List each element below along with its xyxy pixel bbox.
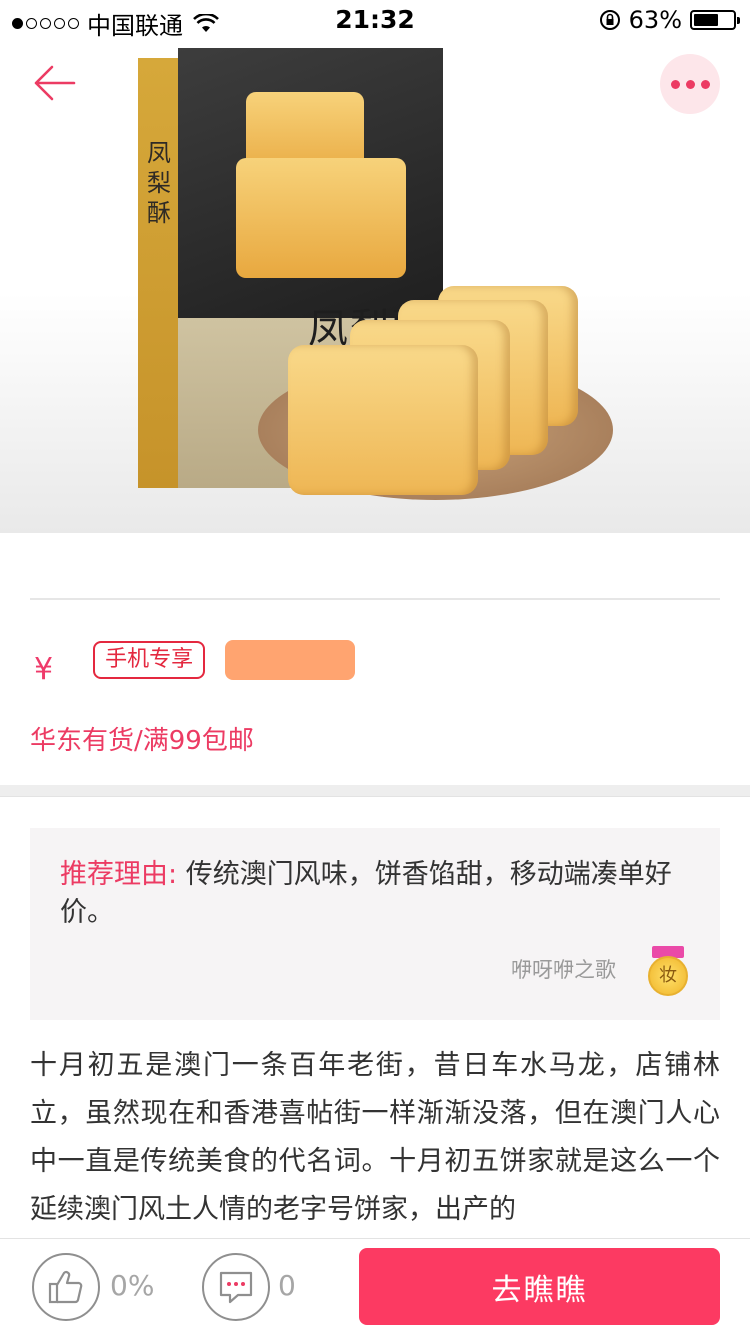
author-name[interactable]: 咿呀咿之歌 [511, 954, 616, 984]
product-image: 凤梨酥 凤梨酥 [0, 0, 750, 533]
battery-fill [694, 14, 718, 26]
box-side: 凤梨酥 [138, 58, 180, 488]
section-separator [0, 785, 750, 797]
comment-icon [219, 1271, 253, 1304]
mobile-exclusive-tag: 手机专享 [93, 641, 206, 679]
recommendation-text: 推荐理由: 传统澳门风味，饼香馅甜，移动端凑单好价。 [60, 856, 695, 932]
cake-slice [288, 345, 478, 495]
like-button[interactable] [32, 1253, 100, 1321]
box-side-text: 凤梨酥 [147, 139, 171, 227]
back-arrow-icon [34, 65, 76, 101]
cake-bottom [236, 158, 406, 278]
thumbs-up-icon [48, 1271, 83, 1304]
recommendation-box: 推荐理由: 传统澳门风味，饼香馅甜，移动端凑单好价。 咿呀咿之歌 妆 [30, 828, 720, 1020]
shipping-info: 华东有货/满99包邮 [30, 726, 254, 756]
price-row: ¥ 手机专享 [34, 640, 356, 687]
article-body: 十月初五是澳门一条百年老街，昔日车水马龙，店铺林立，虽然现在和香港喜帖街一样渐渐… [30, 1050, 720, 1225]
price-tag [225, 640, 356, 680]
battery-percent: 63% [628, 6, 682, 34]
badge-char: 妆 [648, 956, 688, 996]
recommendation-label: 推荐理由: [60, 859, 178, 890]
currency-symbol: ¥ [34, 651, 54, 687]
more-dots-icon [670, 79, 680, 89]
comment-count: 0 [278, 1269, 296, 1302]
status-bar: 中国联通 21:32 63% [0, 0, 750, 40]
battery-icon [690, 10, 740, 30]
divider [30, 598, 720, 600]
status-right: 63% [599, 6, 740, 34]
more-button[interactable] [660, 54, 720, 114]
comment-button[interactable] [202, 1253, 270, 1321]
back-button[interactable] [30, 62, 78, 104]
like-count: 0% [110, 1269, 155, 1302]
go-see-button[interactable]: 去瞧瞧 [359, 1248, 720, 1325]
bottom-action-bar: 0% 0 去瞧瞧 [0, 1238, 750, 1334]
rotation-lock-icon [599, 10, 620, 30]
medal-badge-icon: 妆 [648, 946, 688, 996]
